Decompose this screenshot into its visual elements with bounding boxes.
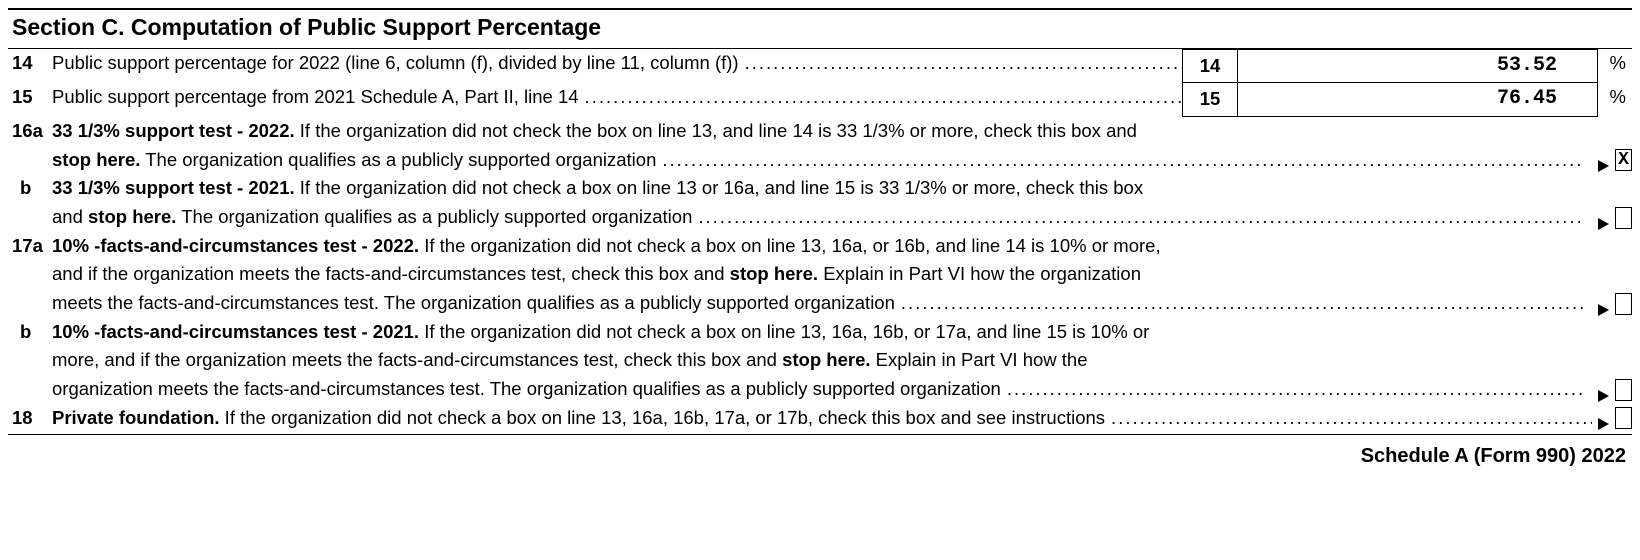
line-18-num: 18 xyxy=(8,404,52,433)
line-18-text: Private foundation. If the organization … xyxy=(52,404,1592,433)
line-18: 18 Private foundation. If the organizati… xyxy=(8,404,1632,436)
line-15-pct: % xyxy=(1598,83,1632,117)
arrow-icon xyxy=(1598,160,1609,172)
line-17b: b 10% -facts-and-circumstances test - 20… xyxy=(8,318,1632,404)
checkbox-16a[interactable]: X xyxy=(1615,149,1632,171)
line-17b-label: b xyxy=(20,321,31,342)
line-17b-text: 10% -facts-and-circumstances test - 2021… xyxy=(52,318,1592,404)
line-17a: 17a 10% -facts-and-circumstances test - … xyxy=(8,232,1632,318)
line-14-box: 14 xyxy=(1182,49,1238,84)
line-15-num: 15 xyxy=(8,83,52,117)
line-15-box: 15 xyxy=(1182,83,1238,117)
footer: Schedule A (Form 990) 2022 xyxy=(8,435,1632,472)
line-14-text: Public support percentage for 2022 (line… xyxy=(52,49,1182,84)
line-14-value: 53.52 xyxy=(1238,49,1598,84)
line-15: 15 Public support percentage from 2021 S… xyxy=(8,83,1632,117)
checkbox-17b[interactable] xyxy=(1615,379,1632,401)
line-14-num: 14 xyxy=(8,49,52,84)
line-15-text: Public support percentage from 2021 Sche… xyxy=(52,83,1182,117)
line-16a: 16a 33 1/3% support test - 2022. If the … xyxy=(8,117,1632,174)
line-16b-label: b xyxy=(20,177,31,198)
line-16b: b 33 1/3% support test - 2021. If the or… xyxy=(8,174,1632,231)
line-15-value: 76.45 xyxy=(1238,83,1598,117)
line-16a-num: 16a xyxy=(8,117,52,146)
checkbox-17a[interactable] xyxy=(1615,293,1632,315)
section-header: Section C. Computation of Public Support… xyxy=(8,8,1632,49)
checkbox-16b[interactable] xyxy=(1615,207,1632,229)
line-14-pct: % xyxy=(1598,49,1632,84)
arrow-icon xyxy=(1598,218,1609,230)
line-17a-text: 10% -facts-and-circumstances test - 2022… xyxy=(52,232,1592,318)
line-14: 14 Public support percentage for 2022 (l… xyxy=(8,49,1632,84)
arrow-icon xyxy=(1598,304,1609,316)
arrow-icon xyxy=(1598,418,1609,430)
arrow-icon xyxy=(1598,390,1609,402)
checkbox-18[interactable] xyxy=(1615,407,1632,429)
line-17a-num: 17a xyxy=(8,232,52,261)
line-16b-text: 33 1/3% support test - 2021. If the orga… xyxy=(52,174,1592,231)
line-16a-text: 33 1/3% support test - 2022. If the orga… xyxy=(52,117,1592,174)
